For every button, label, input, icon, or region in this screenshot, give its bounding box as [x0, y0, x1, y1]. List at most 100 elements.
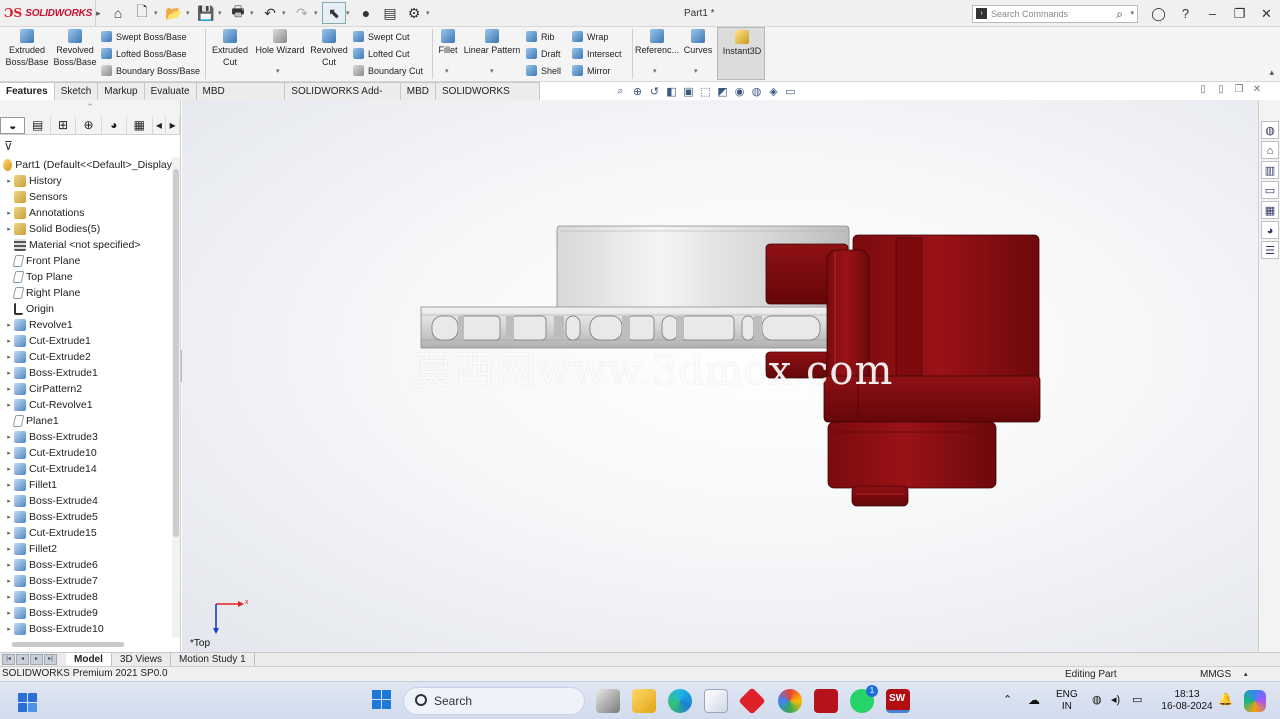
tabs-scroll-left-icon[interactable]: ◂ [153, 116, 167, 134]
file-properties-icon[interactable]: ▤ [378, 2, 402, 24]
appearances-icon[interactable]: ◕ [1261, 221, 1279, 239]
doc-restore-icon[interactable]: ▯ [1194, 84, 1212, 95]
tree-node[interactable]: ▸ Boss-Extrude1 [0, 365, 172, 381]
expand-arrow-icon[interactable]: ▸ [4, 385, 14, 393]
revolved-boss-button[interactable]: Revolved Boss/Base [52, 29, 98, 68]
notification-bell-icon[interactable]: 🔔 [1218, 693, 1233, 705]
user-account-icon[interactable]: ◯ [1145, 6, 1172, 22]
search-commands-input[interactable]: › Search Commands ⌕ ▾ [972, 5, 1138, 23]
first-tab-icon[interactable]: |◂ [2, 654, 15, 665]
print-dropdown-icon[interactable]: ▾ [250, 9, 258, 17]
draft-button[interactable]: Draft [526, 46, 561, 61]
lofted-cut-button[interactable]: Lofted Cut [353, 46, 410, 61]
custom-properties-icon[interactable]: ☰ [1261, 241, 1279, 259]
language-indicator[interactable]: ENG IN [1056, 689, 1078, 713]
expand-arrow-icon[interactable]: ▸ [4, 321, 14, 329]
doc-close-icon[interactable]: ✕ [1248, 84, 1266, 95]
tray-chevron-icon[interactable]: ⌃ [1003, 694, 1012, 706]
tree-node[interactable]: ▸ Boss-Extrude8 [0, 589, 172, 605]
tree-node[interactable]: ▸ Cut-Extrude14 [0, 461, 172, 477]
tree-node[interactable]: ▸ CirPattern2 [0, 381, 172, 397]
dimxpert-tab-icon[interactable]: ⊕ [76, 116, 102, 134]
fillet-button[interactable]: Fillet [436, 29, 460, 56]
tree-node[interactable]: Origin [0, 301, 172, 317]
reference-geometry-button[interactable]: Referenc... [635, 29, 679, 56]
tree-node[interactable]: ▸ Boss-Extrude5 [0, 509, 172, 525]
expand-arrow-icon[interactable]: ▸ [4, 561, 14, 569]
tab-solidworks-add-ins[interactable]: SOLIDWORKS Add-Ins [285, 82, 401, 114]
dynamic-annotation-icon[interactable]: ▣ [680, 85, 697, 99]
expand-arrow-icon[interactable]: ▸ [4, 449, 14, 457]
extruded-boss-button[interactable]: Extruded Boss/Base [4, 29, 50, 68]
expand-arrow-icon[interactable]: ▸ [4, 497, 14, 505]
doc-tile-icon[interactable]: ▯ [1212, 84, 1230, 95]
mirror-button[interactable]: Mirror [572, 63, 611, 78]
expand-arrow-icon[interactable]: ▸ [4, 465, 14, 473]
expand-arrow-icon[interactable]: ▸ [4, 225, 14, 233]
linear-pattern-dropdown-icon[interactable]: ▾ [490, 67, 494, 75]
wifi-icon[interactable]: ◍ [1092, 694, 1102, 706]
previous-view-icon[interactable]: ↺ [646, 85, 663, 99]
instant3d-button[interactable]: Instant3D [717, 27, 765, 80]
expand-arrow-icon[interactable]: ▸ [4, 529, 14, 537]
hole-wizard-button[interactable]: Hole Wizard [253, 29, 307, 56]
section-view-icon[interactable]: ◧ [663, 85, 680, 99]
search-dropdown-icon[interactable]: ▾ [1130, 9, 1134, 17]
print-icon[interactable]: 🖶 [226, 2, 250, 24]
tree-node[interactable]: ▸ Boss-Extrude10 [0, 621, 172, 637]
help-icon[interactable]: ? [1172, 6, 1199, 21]
display-manager-tab-icon[interactable]: ◕ [102, 116, 128, 134]
solidworks-logo[interactable]: ƆS SOLIDWORKS ▸ [0, 0, 101, 27]
tabs-scroll-right-icon[interactable]: ▸ [166, 116, 180, 134]
hide-show-items-icon[interactable]: ◉ [731, 85, 748, 99]
scrollbar-thumb[interactable] [173, 169, 179, 537]
tree-node[interactable]: ▸ History [0, 173, 172, 189]
tree-node[interactable]: ▸ Cut-Extrude2 [0, 349, 172, 365]
chrome-browser-icon[interactable] [778, 689, 802, 713]
shell-button[interactable]: Shell [526, 63, 561, 78]
tab-3d-views[interactable]: 3D Views [112, 653, 171, 666]
feature-tree-scrollbar[interactable] [172, 157, 180, 637]
close-icon[interactable]: ✕ [1253, 6, 1280, 22]
expand-arrow-icon[interactable]: ▸ [4, 401, 14, 409]
expand-arrow-icon[interactable]: ▸ [4, 337, 14, 345]
view-orientation-icon[interactable]: ⬚ [697, 85, 714, 99]
volume-icon[interactable]: ◂) [1111, 694, 1120, 706]
tree-node[interactable]: ▸ Cut-Extrude15 [0, 525, 172, 541]
tab-sketch[interactable]: Sketch [54, 82, 99, 100]
whatsapp-icon[interactable]: 1 [850, 685, 878, 713]
options-dropdown-icon[interactable]: ▾ [426, 9, 434, 17]
tab-solidworks-cam[interactable]: SOLIDWORKS CAM [436, 82, 540, 114]
select-dropdown-icon[interactable]: ▾ [346, 9, 354, 17]
red-app-icon[interactable] [738, 687, 766, 715]
tree-node[interactable]: ▸ Revolve1 [0, 317, 172, 333]
doc-maximize-icon[interactable]: ❐ [1230, 84, 1248, 95]
tree-node[interactable]: Plane1 [0, 413, 172, 429]
expand-arrow-icon[interactable]: ▸ [4, 625, 14, 633]
tree-node[interactable]: Sensors [0, 189, 172, 205]
search-icon[interactable]: ⌕ [1116, 7, 1123, 22]
ribbon-collapse-icon[interactable]: ▴ [1269, 67, 1274, 78]
battery-icon[interactable]: ▭ [1132, 694, 1142, 706]
zoom-to-fit-icon[interactable]: ⌕ [612, 85, 629, 99]
home-page-icon[interactable]: ⌂ [1261, 141, 1279, 159]
boundary-cut-button[interactable]: Boundary Cut [353, 63, 423, 78]
feature-tree-horizontal-scrollbar[interactable] [12, 642, 124, 647]
view-palette-icon[interactable]: ▦ [1261, 201, 1279, 219]
expand-arrow-icon[interactable]: ▸ [4, 369, 14, 377]
rib-button[interactable]: Rib [526, 29, 555, 44]
expand-arrow-icon[interactable]: ▸ [4, 209, 14, 217]
solidworks-resources-icon[interactable]: ◍ [1261, 121, 1279, 139]
minimize-icon[interactable]: – [1199, 6, 1226, 21]
undo-icon[interactable]: ↶ [258, 2, 282, 24]
taskbar-search[interactable]: Search [403, 687, 585, 715]
tree-node[interactable]: ▸ Annotations [0, 205, 172, 221]
open-icon[interactable]: 📂 [162, 2, 186, 24]
tab-evaluate[interactable]: Evaluate [144, 82, 197, 100]
tree-node[interactable]: Material <not specified> [0, 237, 172, 253]
tree-node[interactable]: ▸ Solid Bodies(5) [0, 221, 172, 237]
tab-features[interactable]: Features [0, 82, 55, 100]
swept-boss-button[interactable]: Swept Boss/Base [101, 29, 187, 44]
extruded-cut-button[interactable]: Extruded Cut [208, 29, 252, 68]
task-view-icon[interactable] [596, 689, 620, 713]
